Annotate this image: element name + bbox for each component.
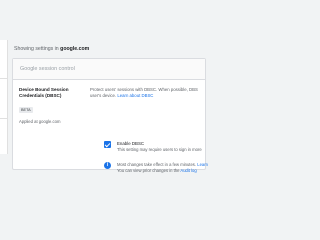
info-line2-prefix: You can view prior changes in the xyxy=(117,168,180,173)
divider xyxy=(0,118,7,119)
learn-more-link[interactable]: Learn about DBSC xyxy=(117,93,153,98)
info-line1: Most changes take effect in a few minute… xyxy=(117,162,208,167)
showing-prefix: Showing settings in xyxy=(14,46,59,52)
applied-at-text: Applied at google.com xyxy=(19,119,61,125)
checkbox-label: Enable DBSC xyxy=(117,141,145,146)
checkbox-sublabel: This setting may require users to sign i… xyxy=(117,147,202,152)
org-domain: google.com xyxy=(60,46,90,52)
description-line2-prefix: user's device. xyxy=(90,92,117,98)
setting-details: Protect users' sessions with DBSC. When … xyxy=(90,87,208,173)
divider xyxy=(0,78,7,79)
org-unit-indicator: Showing settings in google.com xyxy=(14,46,89,52)
settings-card: Google session control Device Bound Sess… xyxy=(12,58,208,173)
setting-summary: Device Bound Session Credentials (DBSC) … xyxy=(19,87,81,124)
setting-name-line2: Credentials (DBSC) xyxy=(19,92,62,98)
section-title: Google session control xyxy=(20,66,75,72)
card-header[interactable]: Google session control xyxy=(13,59,205,80)
enable-dbsc-checkbox[interactable] xyxy=(104,141,111,148)
info-line1-prefix: Most changes take effect in a few minute… xyxy=(117,162,197,167)
learn-link[interactable]: Learn xyxy=(197,162,208,167)
left-nav-panel xyxy=(0,40,8,154)
audit-log-link[interactable]: Audit log xyxy=(180,168,196,173)
info-icon: i xyxy=(104,162,111,169)
description-line2: user's device. Learn about DBSC xyxy=(90,93,205,99)
info-line2: You can view prior changes in the Audit … xyxy=(117,168,197,173)
setting-name: Device Bound Session Credentials (DBSC) xyxy=(19,87,81,98)
beta-badge: BETA xyxy=(19,107,33,114)
